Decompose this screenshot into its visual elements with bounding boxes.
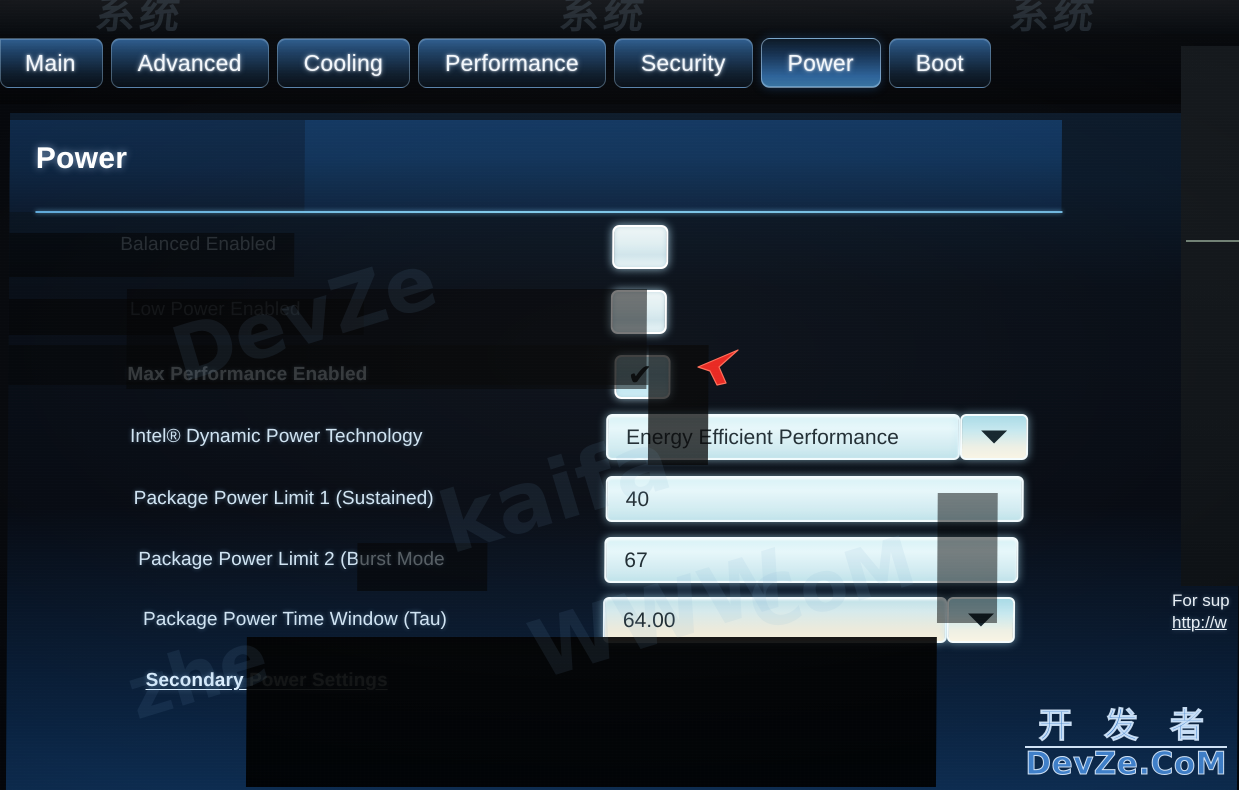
checkbox-unchecked[interactable] <box>612 225 669 269</box>
select-value[interactable]: 64.00 <box>602 597 948 643</box>
support-line-1: For sup <box>1172 591 1230 610</box>
top-watermark-text: 系统 <box>557 0 650 34</box>
site-watermark-en: DevZe.CoM <box>1025 746 1227 782</box>
setting-label: Intel® Dynamic Power Technology <box>130 426 423 447</box>
title-divider <box>35 211 1063 213</box>
support-note: For sup http://w <box>1172 590 1230 634</box>
bios-screen-photo: 系统 系统 系统 Main Advanced Cooling Performance S… <box>0 0 1239 790</box>
power-page: Power DevZe kaifa WWW zhe CoM Balanced E… <box>5 113 1239 790</box>
dropdown-toggle-button[interactable] <box>959 414 1029 460</box>
setting-label: Package Power Limit 1 (Sustained) <box>133 488 434 509</box>
number-input[interactable]: 40 <box>605 476 1024 522</box>
screen-artifact <box>245 637 937 787</box>
top-watermark-text: 系统 <box>93 0 186 34</box>
site-watermark-cn: 开 发 者 <box>1038 706 1215 746</box>
tab-security[interactable]: Security <box>613 38 753 88</box>
checkmark-icon: ✔ <box>627 358 653 393</box>
site-watermark: 开 发 者 DevZe.CoM <box>1025 709 1227 780</box>
page-title: Power <box>35 142 128 175</box>
support-url[interactable]: http://w <box>1172 612 1230 634</box>
setting-label: Package Power Time Window (Tau) <box>142 609 448 630</box>
tab-bar: Main Advanced Cooling Performance Security Po… <box>0 34 1239 104</box>
setting-label: Low Power Enabled <box>129 299 301 320</box>
setting-label[interactable]: Secondary Power Settings <box>146 670 388 692</box>
chevron-down-icon <box>981 430 1008 444</box>
setting-label: Max Performance Enabled <box>127 364 368 385</box>
tab-boot[interactable]: Boot <box>888 38 991 88</box>
side-panel-divider <box>1186 240 1239 242</box>
checkbox-unchecked[interactable] <box>610 290 667 334</box>
side-panel <box>1181 46 1239 586</box>
chevron-down-icon <box>967 613 995 627</box>
tab-advanced[interactable]: Advanced <box>110 38 269 88</box>
top-watermark-strip: 系统 系统 系统 <box>0 0 1239 34</box>
select-value[interactable]: Energy Efficient Performance <box>605 414 961 460</box>
number-input[interactable]: 67 <box>604 537 1019 583</box>
tab-power[interactable]: Power <box>760 38 881 88</box>
setting-label: Package Power Limit 2 (Burst Mode <box>138 549 445 570</box>
dropdown-toggle-button[interactable] <box>946 597 1016 643</box>
tab-performance[interactable]: Performance <box>417 38 606 88</box>
setting-label: Balanced Enabled <box>120 234 277 255</box>
tab-list: Main Advanced Cooling Performance Security Po… <box>0 38 991 88</box>
tab-main[interactable]: Main <box>0 38 103 88</box>
top-watermark-text: 系统 <box>1007 0 1100 34</box>
checkbox-checked[interactable]: ✔ <box>614 355 671 399</box>
tab-cooling[interactable]: Cooling <box>276 38 410 88</box>
mouse-cursor-icon <box>697 349 739 386</box>
